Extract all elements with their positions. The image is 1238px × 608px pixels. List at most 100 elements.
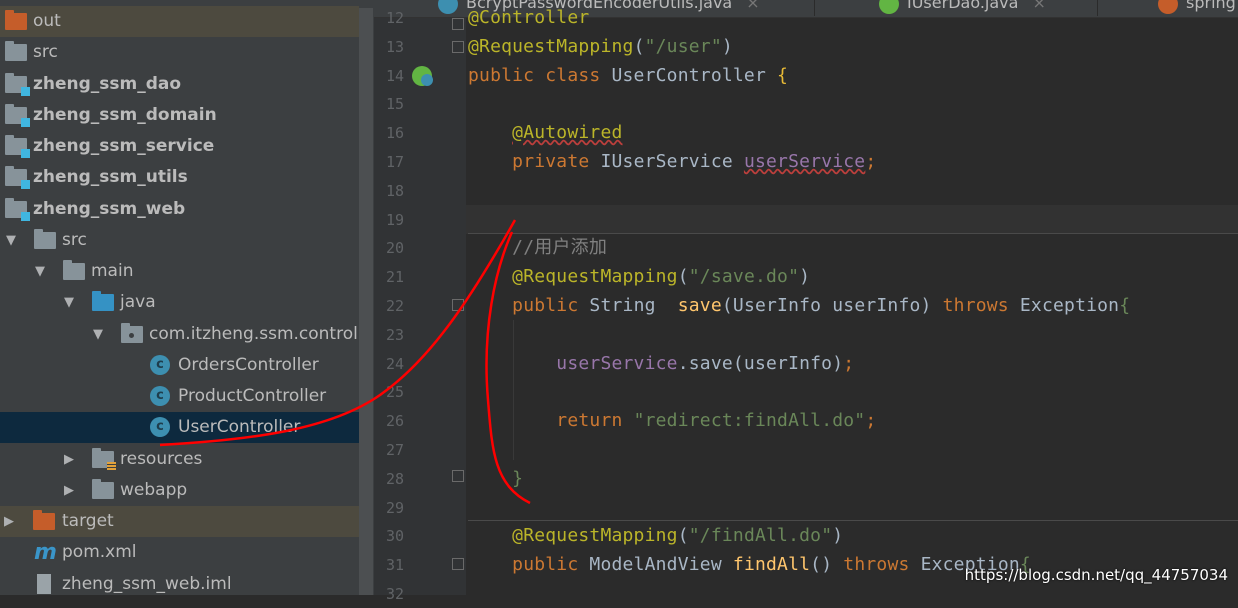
code-token: ; <box>865 151 877 172</box>
chevron-down-icon[interactable]: ▼ <box>93 319 109 350</box>
code-line[interactable]: @RequestMapping("/user") <box>468 33 733 61</box>
java-class-icon: c <box>150 417 170 438</box>
fold-marker-icon[interactable] <box>452 470 464 482</box>
chevron-right-icon[interactable]: ▶ <box>64 444 80 475</box>
chevron-right-icon[interactable]: ▶ <box>4 506 20 537</box>
tree-item-zheng-ssm-dao[interactable]: zheng_ssm_dao <box>0 69 359 100</box>
code-line[interactable]: @Autowired <box>468 119 623 147</box>
fold-marker-icon[interactable] <box>452 558 464 570</box>
editor-tab[interactable]: IUserDao.java × <box>815 0 1098 16</box>
tree-item-out[interactable]: out <box>0 6 359 37</box>
tree-item-label: main <box>91 261 134 281</box>
code-token: @Autowired <box>512 122 623 144</box>
code-token: userService <box>556 352 678 374</box>
code-token: ; <box>843 352 855 374</box>
line-number: 28 <box>385 469 404 488</box>
tree-item-zheng-ssm-web-iml[interactable]: zheng_ssm_web.iml <box>0 569 359 596</box>
module-folder-icon <box>5 103 30 127</box>
code-token: ) <box>721 35 733 57</box>
code-token: () <box>810 554 844 576</box>
code-line[interactable]: private IUserService userService; <box>468 148 876 176</box>
code-token: "redirect:findAll.do" <box>633 410 866 432</box>
tree-item-label: webapp <box>120 479 188 500</box>
code-token: public class <box>468 64 612 86</box>
tree-item-label: src <box>62 229 87 250</box>
editor-tab[interactable]: spring <box>1098 0 1238 16</box>
line-number: 19 <box>385 210 404 229</box>
tree-item-zheng-ssm-utils[interactable]: zheng_ssm_utils <box>0 162 359 193</box>
line-number: 22 <box>385 297 404 315</box>
code-line[interactable]: @RequestMapping("/save.do") <box>468 263 810 291</box>
tree-item-label: OrdersController <box>178 354 319 375</box>
tree-item-label: zheng_ssm_utils <box>33 167 188 188</box>
chevron-down-icon[interactable]: ▼ <box>64 287 80 318</box>
current-line-highlight <box>466 205 1238 234</box>
code-token: } <box>512 467 524 489</box>
tree-item-label: java <box>120 292 156 313</box>
line-number: 24 <box>385 354 404 373</box>
tree-item-resources[interactable]: ▶ resources <box>0 444 359 475</box>
code-line[interactable]: userService.save(userInfo); <box>468 350 854 378</box>
tree-item-java[interactable]: ▼ java <box>0 287 359 318</box>
tree-item-main[interactable]: ▼ main <box>0 256 359 287</box>
fold-marker-icon[interactable] <box>452 18 464 30</box>
tree-item-orderscontroller[interactable]: c OrdersController <box>0 350 359 381</box>
close-tab-icon[interactable]: × <box>1032 0 1045 12</box>
code-line[interactable]: @RequestMapping("/findAll.do") <box>468 522 843 550</box>
method-separator <box>468 233 1238 234</box>
excluded-folder-icon <box>5 10 27 30</box>
code-token: ; <box>865 410 877 432</box>
tree-item-zheng-ssm-web[interactable]: zheng_ssm_web <box>0 194 359 225</box>
code-token: { <box>1119 295 1131 316</box>
code-line[interactable]: @Controller <box>468 4 589 32</box>
code-line[interactable]: public class UserController { <box>468 62 788 90</box>
editor-tab[interactable]: BcryptPasswordEncoderUtils.java × <box>374 0 815 16</box>
tree-item-label: target <box>62 511 114 531</box>
tree-item-webapp[interactable]: ▶ webapp <box>0 475 359 506</box>
chevron-down-icon[interactable]: ▼ <box>6 225 22 256</box>
tree-item-label: UserController <box>178 417 301 438</box>
watermark: https://blog.csdn.net/qq_44757034 <box>964 566 1228 584</box>
code-token: .save(userInfo) <box>677 352 844 374</box>
line-number: 12 <box>385 9 404 27</box>
project-tree-scrollbar[interactable] <box>359 8 373 595</box>
chevron-right-icon[interactable]: ▶ <box>64 475 80 506</box>
line-number: 30 <box>385 527 404 546</box>
fold-marker-icon[interactable] <box>452 299 464 311</box>
code-line[interactable]: //用户添加 <box>468 234 607 262</box>
chevron-down-icon[interactable]: ▼ <box>35 256 51 287</box>
tree-item-zheng-ssm-domain[interactable]: zheng_ssm_domain <box>0 100 359 131</box>
tree-item-target[interactable]: ▶ target <box>0 506 359 537</box>
code-token: return <box>556 410 634 432</box>
spring-bean-gutter-icon[interactable] <box>412 66 433 86</box>
code-line[interactable]: return "redirect:findAll.do"; <box>468 407 876 435</box>
indent-guide <box>513 320 514 460</box>
line-number: 15 <box>385 95 404 114</box>
code-token: ModelAndView <box>589 554 733 576</box>
code-token: "/save.do" <box>688 266 800 288</box>
line-number: 21 <box>385 268 404 287</box>
tree-item-label: src <box>33 42 58 63</box>
tree-item-zheng-ssm-service[interactable]: zheng_ssm_service <box>0 131 359 162</box>
fold-marker-icon[interactable] <box>452 41 464 53</box>
close-tab-icon[interactable]: × <box>746 0 759 12</box>
code-token: String <box>589 295 678 316</box>
tree-item-usercontroller[interactable]: c UserController <box>0 412 359 444</box>
line-number: 17 <box>385 153 404 171</box>
tree-item-com-itzheng-ssm-controll[interactable]: ▼ com.itzheng.ssm.controll <box>0 319 363 350</box>
tree-item-label: zheng_ssm_dao <box>33 73 182 94</box>
tree-item-productcontroller[interactable]: c ProductController <box>0 381 359 412</box>
tree-item-src[interactable]: src <box>0 37 359 68</box>
tree-item-label: pom.xml <box>62 542 137 563</box>
tree-item-pom-xml[interactable]: m pom.xml <box>0 537 359 568</box>
tree-item-src[interactable]: ▼ src <box>0 225 359 256</box>
code-line[interactable]: public ModelAndView findAll() throws Exc… <box>468 551 1031 579</box>
code-line[interactable]: } <box>468 465 523 493</box>
java-class-icon: c <box>150 354 170 375</box>
code-line[interactable]: public String save(UserInfo userInfo) th… <box>468 292 1130 320</box>
